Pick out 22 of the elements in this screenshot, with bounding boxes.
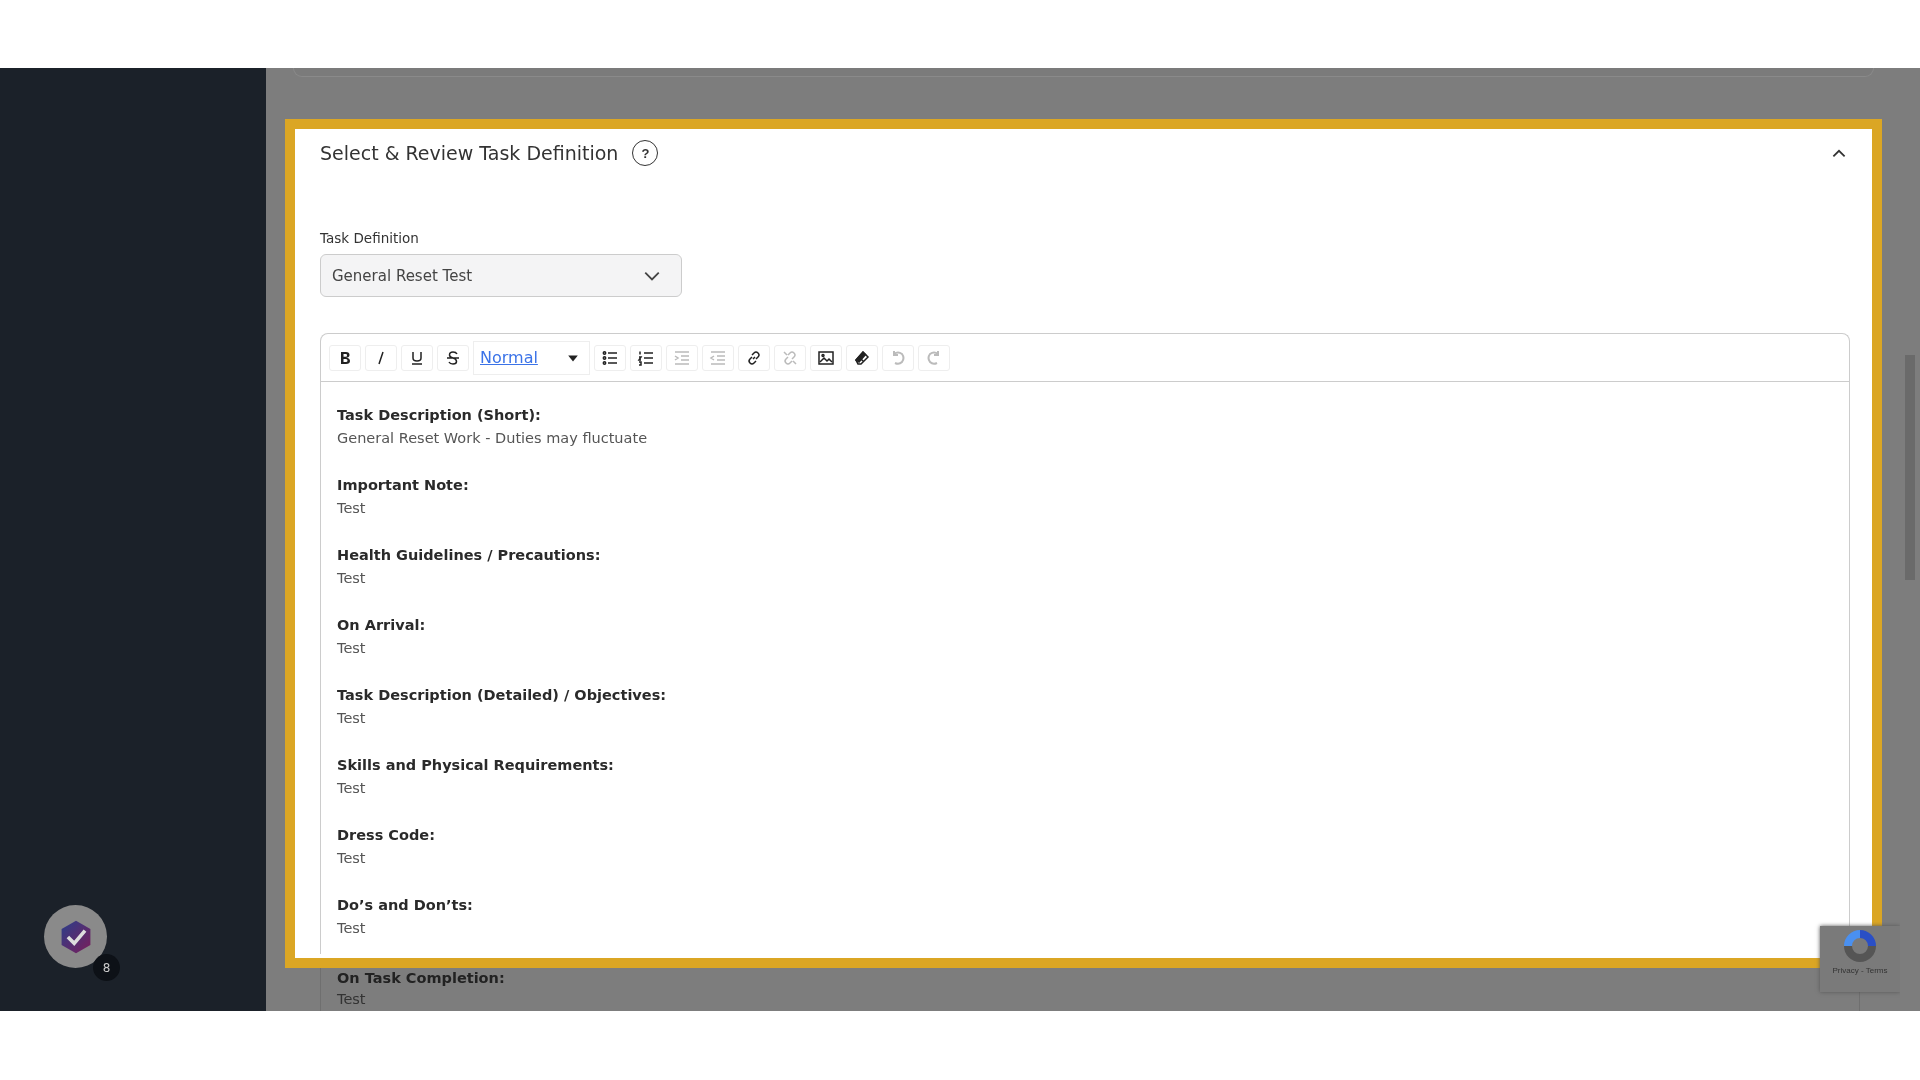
section-text: Test <box>337 569 367 588</box>
section-heading: Important Note: <box>337 476 470 495</box>
section-text: Test <box>337 919 367 938</box>
section-heading: Skills and Physical Requirements: <box>337 756 615 775</box>
notification-badge: 8 <box>93 954 120 981</box>
format-dropdown[interactable]: Normal <box>473 340 590 375</box>
field-label: Task Definition <box>320 230 420 246</box>
section-text: Test <box>337 849 367 868</box>
section-text: Test <box>337 709 367 728</box>
section-text: Test <box>337 499 367 518</box>
panel-title: Select & Review Task Definition <box>320 142 619 164</box>
task-definition-dropdown[interactable]: General Reset Test <box>320 254 682 297</box>
section-heading: Do’s and Don’ts: <box>337 896 474 915</box>
section-text: Test <box>337 990 367 1009</box>
section-heading: Health Guidelines / Precautions: <box>337 546 602 565</box>
section-heading: Task Description (Detailed) / Objectives: <box>337 686 668 705</box>
section-text: Test <box>337 779 367 798</box>
section-heading: Task Description (Short): <box>337 406 542 425</box>
section-text: Test <box>337 639 367 658</box>
section-text: General Reset Work - Duties may fluctuate <box>337 429 649 448</box>
section-heading: Dress Code: <box>337 826 436 845</box>
section-heading: On Arrival: <box>337 616 427 635</box>
